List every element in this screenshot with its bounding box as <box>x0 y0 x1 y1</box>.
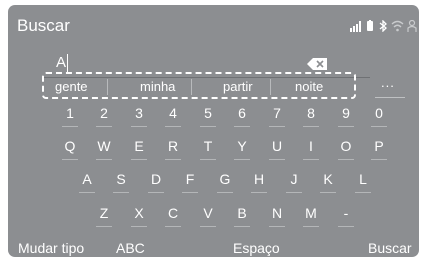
key-9[interactable]: 9 <box>332 103 360 127</box>
space-button[interactable]: Espaço <box>233 240 280 256</box>
key-z[interactable]: Z <box>90 203 118 227</box>
key-b[interactable]: B <box>228 203 256 227</box>
suggestion-divider <box>107 79 108 95</box>
key-l[interactable]: L <box>349 169 377 193</box>
key-h[interactable]: H <box>245 169 273 193</box>
key-1[interactable]: 1 <box>56 103 84 127</box>
key-a[interactable]: A <box>73 169 101 193</box>
key-x[interactable]: X <box>125 203 153 227</box>
key-f[interactable]: F <box>176 169 204 193</box>
text-cursor <box>67 54 68 72</box>
search-button[interactable]: Buscar <box>368 240 412 256</box>
key-p[interactable]: P <box>365 136 393 160</box>
key-m[interactable]: M <box>297 203 325 227</box>
key-j[interactable]: J <box>280 169 308 193</box>
key-u[interactable]: U <box>263 136 291 160</box>
key-i[interactable]: I <box>297 136 325 160</box>
key-s[interactable]: S <box>107 169 135 193</box>
signal-bars-icon <box>350 19 362 37</box>
suggestion-item[interactable]: gente <box>55 79 88 94</box>
phone-battery-icon <box>366 19 374 37</box>
key-g[interactable]: G <box>211 169 239 193</box>
backspace-icon[interactable] <box>307 57 327 70</box>
search-input-text: A <box>56 54 67 71</box>
key-k[interactable]: K <box>314 169 342 193</box>
key-0[interactable]: 0 <box>365 103 393 127</box>
suggestion-divider <box>270 79 271 95</box>
key-d[interactable]: D <box>142 169 170 193</box>
suggestion-item[interactable]: partir <box>223 79 253 94</box>
key-q[interactable]: Q <box>56 136 84 160</box>
more-underline <box>375 97 405 98</box>
key-r[interactable]: R <box>159 136 187 160</box>
key-6[interactable]: 6 <box>228 103 256 127</box>
search-screen: Buscar A gente minha partir noite ... 1 <box>8 5 419 257</box>
key-n[interactable]: N <box>263 203 291 227</box>
abc-button[interactable]: ABC <box>116 240 145 256</box>
key-2[interactable]: 2 <box>90 103 118 127</box>
key-o[interactable]: O <box>332 136 360 160</box>
bluetooth-icon <box>379 19 387 37</box>
key-v[interactable]: V <box>194 203 222 227</box>
key-w[interactable]: W <box>90 136 118 160</box>
person-icon <box>407 19 417 37</box>
suggestion-item[interactable]: noite <box>295 79 323 94</box>
key-7[interactable]: 7 <box>263 103 291 127</box>
key-e[interactable]: E <box>125 136 153 160</box>
wifi-icon <box>391 19 404 37</box>
key-t[interactable]: T <box>194 136 222 160</box>
key-hyphen[interactable]: - <box>332 203 360 227</box>
key-y[interactable]: Y <box>228 136 256 160</box>
key-c[interactable]: C <box>159 203 187 227</box>
key-5[interactable]: 5 <box>194 103 222 127</box>
change-type-button[interactable]: Mudar tipo <box>18 240 84 256</box>
key-3[interactable]: 3 <box>125 103 153 127</box>
more-suggestions-button[interactable]: ... <box>381 75 395 90</box>
suggestion-item[interactable]: minha <box>140 79 175 94</box>
suggestion-divider <box>191 79 192 95</box>
key-4[interactable]: 4 <box>159 103 187 127</box>
key-8[interactable]: 8 <box>297 103 325 127</box>
screen-title: Buscar <box>17 16 70 35</box>
